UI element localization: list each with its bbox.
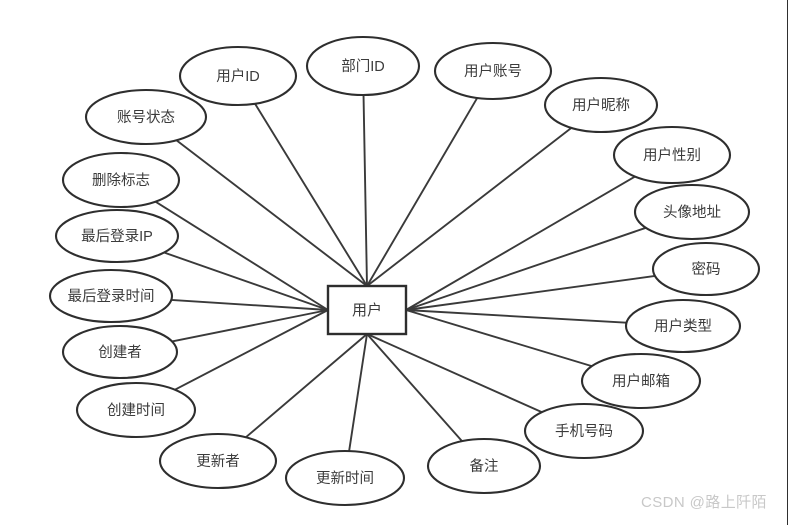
- connector-line: [405, 275, 656, 311]
- attribute-label: 头像地址: [663, 204, 721, 221]
- attribute-node[interactable]: 部门ID: [305, 35, 421, 97]
- attribute-node[interactable]: 创建者: [61, 324, 179, 380]
- connector-line: [362, 94, 368, 287]
- attribute-node[interactable]: 创建时间: [75, 381, 197, 439]
- attribute-label: 创建时间: [107, 402, 165, 419]
- entity-label: 用户: [352, 302, 382, 319]
- attribute-label: 用户邮箱: [612, 373, 670, 390]
- er-diagram-canvas: 用户ID 部门ID 用户账号用户昵称用户性别头像地址密码用户类型用户邮箱手机号码备注…: [0, 0, 795, 525]
- er-diagram: 用户ID 部门ID 用户账号用户昵称用户性别头像地址密码用户类型用户邮箱手机号码备注…: [48, 35, 761, 507]
- attribute-label: 用户性别: [643, 147, 701, 164]
- attribute-node[interactable]: 头像地址: [633, 183, 751, 241]
- attribute-node[interactable]: 用户性别: [612, 125, 732, 185]
- watermark-label: CSDN @路上阡陌: [641, 494, 767, 511]
- attribute-label: 更新者: [196, 453, 240, 470]
- attribute-node[interactable]: 删除标志: [61, 151, 181, 209]
- attribute-nodes: 用户ID 部门ID 用户账号用户昵称用户性别头像地址密码用户类型用户邮箱手机号码备注…: [48, 35, 761, 507]
- attribute-label: 手机号码: [555, 423, 613, 440]
- connector-line: [366, 126, 573, 287]
- connector-line: [154, 200, 329, 311]
- attribute-label: 删除标志: [92, 172, 150, 189]
- attribute-label: 部门ID: [341, 58, 385, 75]
- attribute-label: 用户类型: [654, 318, 712, 335]
- attribute-node[interactable]: 最后登录IP: [54, 208, 180, 264]
- connector-line: [254, 102, 368, 287]
- attribute-label: 创建者: [98, 344, 142, 361]
- attribute-label: 更新时间: [316, 470, 374, 487]
- entity-node: 用户: [326, 284, 408, 336]
- attribute-label: 密码: [692, 261, 721, 278]
- connector-line: [175, 139, 368, 287]
- attribute-node[interactable]: 备注: [426, 437, 542, 495]
- attribute-label: 备注: [470, 458, 499, 475]
- attribute-node[interactable]: 账号状态: [84, 88, 208, 146]
- attribute-label: 用户昵称: [572, 97, 630, 114]
- attribute-node[interactable]: 更新者: [158, 432, 278, 490]
- attribute-label: 最后登录时间: [68, 288, 155, 305]
- attribute-node[interactable]: 用户昵称: [543, 76, 659, 134]
- attribute-node[interactable]: 更新时间: [284, 449, 406, 507]
- attribute-node[interactable]: 最后登录时间: [48, 268, 174, 324]
- connector-line: [171, 309, 329, 343]
- attribute-node[interactable]: 密码: [651, 241, 761, 297]
- attribute-node[interactable]: 用户账号: [433, 41, 553, 101]
- connector-line: [244, 333, 368, 439]
- connector-line: [366, 333, 463, 443]
- attribute-node[interactable]: 用户类型: [624, 298, 742, 354]
- attribute-node[interactable]: 用户ID: [178, 45, 298, 107]
- attribute-label: 用户账号: [464, 63, 522, 80]
- connector-line: [348, 333, 368, 453]
- connector-line: [366, 333, 543, 414]
- attribute-label: 最后登录IP: [81, 228, 153, 245]
- attribute-label: 用户ID: [216, 68, 260, 85]
- connector-line: [366, 96, 479, 287]
- attribute-label: 账号状态: [117, 109, 175, 126]
- attribute-node[interactable]: 用户邮箱: [580, 352, 702, 410]
- connector-lines: [154, 94, 656, 453]
- frame-border-right: [787, 0, 788, 525]
- connector-line: [173, 309, 329, 391]
- attribute-node[interactable]: 手机号码: [523, 402, 645, 460]
